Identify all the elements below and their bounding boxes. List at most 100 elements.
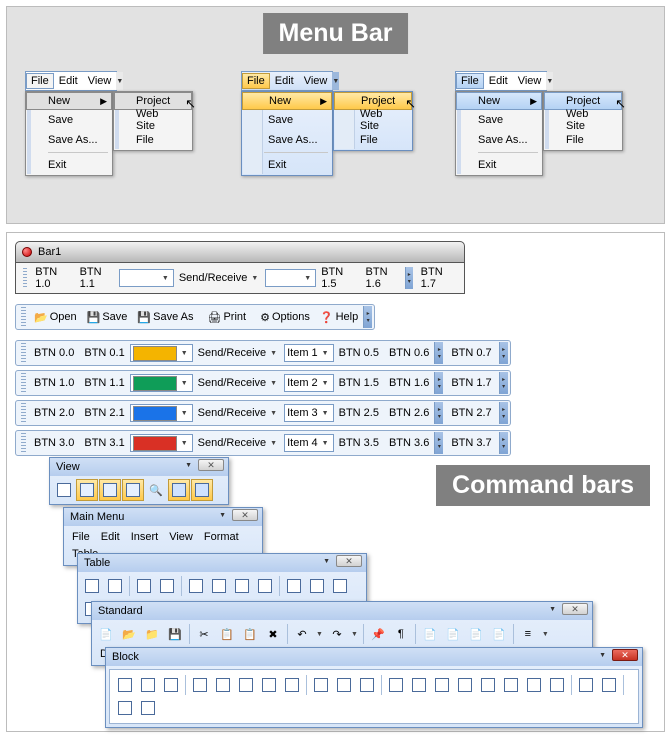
standard-tool-icon[interactable]: 📋 [239, 623, 261, 645]
floppy-user-button[interactable]: 💾 Save As [133, 309, 197, 326]
menubar-strip[interactable]: File Edit View ▼ [455, 71, 547, 91]
menubar-overflow-icon[interactable]: ▼ [332, 72, 339, 90]
chevron-down-icon[interactable]: ▼ [349, 631, 360, 638]
standard-tool-icon[interactable]: ✖ [262, 623, 284, 645]
toolbar-grip-icon[interactable] [23, 268, 27, 288]
block-tool-icon[interactable] [258, 674, 280, 696]
submenu-file[interactable]: File [114, 130, 192, 150]
toolbar-overflow-icon[interactable]: ▸▾ [363, 306, 372, 328]
standard-tool-icon[interactable]: 📂 [118, 623, 140, 645]
printer-button[interactable]: 🖨 Print [203, 309, 250, 326]
view-icon[interactable] [122, 479, 144, 501]
btn[interactable]: BTN 2.5 [335, 405, 383, 421]
menu-file[interactable]: File [242, 73, 270, 89]
block-tool-icon[interactable] [477, 674, 499, 696]
standard-tool-icon[interactable]: ↶ [291, 623, 313, 645]
help-button[interactable]: ❓ Help [316, 309, 362, 326]
table-tool-icon[interactable] [329, 575, 351, 597]
standard-tool-icon[interactable]: 📄 [465, 623, 487, 645]
block-tool-icon[interactable] [281, 674, 303, 696]
close-icon[interactable]: ✕ [232, 509, 258, 521]
item-select[interactable]: ▼ [265, 269, 316, 287]
block-tool-icon[interactable] [114, 674, 136, 696]
block-tool-icon[interactable] [212, 674, 234, 696]
file-menu-saveas[interactable]: Save As... [26, 130, 112, 150]
block-tool-icon[interactable] [333, 674, 355, 696]
table-tool-icon[interactable] [254, 575, 276, 597]
item-select[interactable]: Item 4▼ [284, 434, 334, 452]
file-menu-save[interactable]: Save [456, 110, 542, 130]
chevron-down-icon[interactable]: ▼ [540, 631, 551, 638]
view-icon[interactable] [99, 479, 121, 501]
standard-tool-icon[interactable]: ¶ [390, 623, 412, 645]
send-receive-button[interactable]: Send/Receive▼ [194, 405, 283, 421]
block-tool-icon[interactable] [235, 674, 257, 696]
color-select[interactable]: ▼ [130, 374, 193, 392]
color-select[interactable]: ▼ [130, 344, 193, 362]
toolbar-overflow-icon[interactable]: ▸▾ [434, 402, 443, 424]
file-menu-exit[interactable]: Exit [242, 155, 332, 175]
standard-tool-icon[interactable]: ↷ [326, 623, 348, 645]
btn[interactable]: BTN 1.6 [385, 375, 433, 391]
btn[interactable]: BTN 1.7 [447, 375, 495, 391]
btn[interactable]: BTN 1.5 [317, 264, 359, 292]
toolbar-overflow-icon[interactable]: ▸▾ [499, 372, 508, 394]
file-menu-save[interactable]: Save [242, 110, 332, 130]
file-menu-new[interactable]: New▶ [26, 92, 112, 110]
color-select[interactable]: ▼ [119, 269, 174, 287]
gear-button[interactable]: ⚙ Options [256, 309, 314, 326]
block-tool-icon[interactable] [500, 674, 522, 696]
file-menu-save[interactable]: Save [26, 110, 112, 130]
table-tool-icon[interactable] [306, 575, 328, 597]
menu-item[interactable]: Format [200, 529, 243, 545]
table-tool-icon[interactable] [185, 575, 207, 597]
close-icon[interactable]: ✕ [198, 459, 224, 471]
block-tool-icon[interactable] [523, 674, 545, 696]
file-menu-new[interactable]: New▶ [242, 92, 332, 110]
toolbar-overflow-icon[interactable]: ▸▾ [499, 342, 508, 364]
table-tool-icon[interactable] [133, 575, 155, 597]
toolbar-overflow-icon[interactable]: ▸▾ [434, 372, 443, 394]
toolbar-grip-icon[interactable] [21, 307, 26, 327]
menu-edit[interactable]: Edit [270, 73, 299, 89]
floatbar-view[interactable]: View▼✕ 🔍 [49, 457, 229, 505]
block-tool-icon[interactable] [385, 674, 407, 696]
view-icon[interactable] [53, 479, 75, 501]
menu-item[interactable]: File [68, 529, 94, 545]
standard-tool-icon[interactable]: 💾 [164, 623, 186, 645]
btn[interactable]: BTN 2.6 [385, 405, 433, 421]
floatbar-block[interactable]: Block▼✕ [105, 647, 643, 728]
block-tool-icon[interactable] [575, 674, 597, 696]
table-tool-icon[interactable] [156, 575, 178, 597]
menubar-strip[interactable]: File Edit View ▼ [25, 71, 117, 91]
standard-tool-icon[interactable]: 📄 [442, 623, 464, 645]
btn[interactable]: BTN 1.1 [76, 264, 118, 292]
btn[interactable]: BTN 3.7 [447, 435, 495, 451]
btn[interactable]: BTN 1.0 [31, 264, 73, 292]
btn[interactable]: BTN 0.5 [335, 345, 383, 361]
toolbar-overflow-icon[interactable]: ▸▾ [434, 432, 443, 454]
btn[interactable]: BTN 3.5 [335, 435, 383, 451]
submenu-website[interactable]: Web Site [114, 110, 192, 130]
folder-button[interactable]: 📂 Open [30, 309, 81, 326]
menu-edit[interactable]: Edit [54, 73, 83, 89]
toolbar-overflow-icon[interactable]: ▸▾ [405, 267, 413, 289]
submenu-file[interactable]: File [544, 130, 622, 150]
close-icon[interactable]: ✕ [336, 555, 362, 567]
ruler-icon[interactable] [168, 479, 190, 501]
btn[interactable]: BTN 0.1 [80, 345, 128, 361]
block-tool-icon[interactable] [431, 674, 453, 696]
color-select[interactable]: ▼ [130, 434, 193, 452]
close-icon[interactable]: ✕ [562, 603, 588, 615]
item-select[interactable]: Item 2▼ [284, 374, 334, 392]
standard-tool-icon[interactable]: 📁 [141, 623, 163, 645]
block-tool-icon[interactable] [189, 674, 211, 696]
btn[interactable]: BTN 0.6 [385, 345, 433, 361]
file-menu-saveas[interactable]: Save As... [242, 130, 332, 150]
send-receive-button[interactable]: Send/Receive▼ [194, 375, 283, 391]
standard-tool-icon[interactable]: 📄 [488, 623, 510, 645]
menu-item[interactable]: View [165, 529, 197, 545]
menubar-strip[interactable]: File Edit View ▼ [241, 71, 333, 91]
btn[interactable]: BTN 0.0 [30, 345, 78, 361]
menu-file[interactable]: File [456, 73, 484, 89]
